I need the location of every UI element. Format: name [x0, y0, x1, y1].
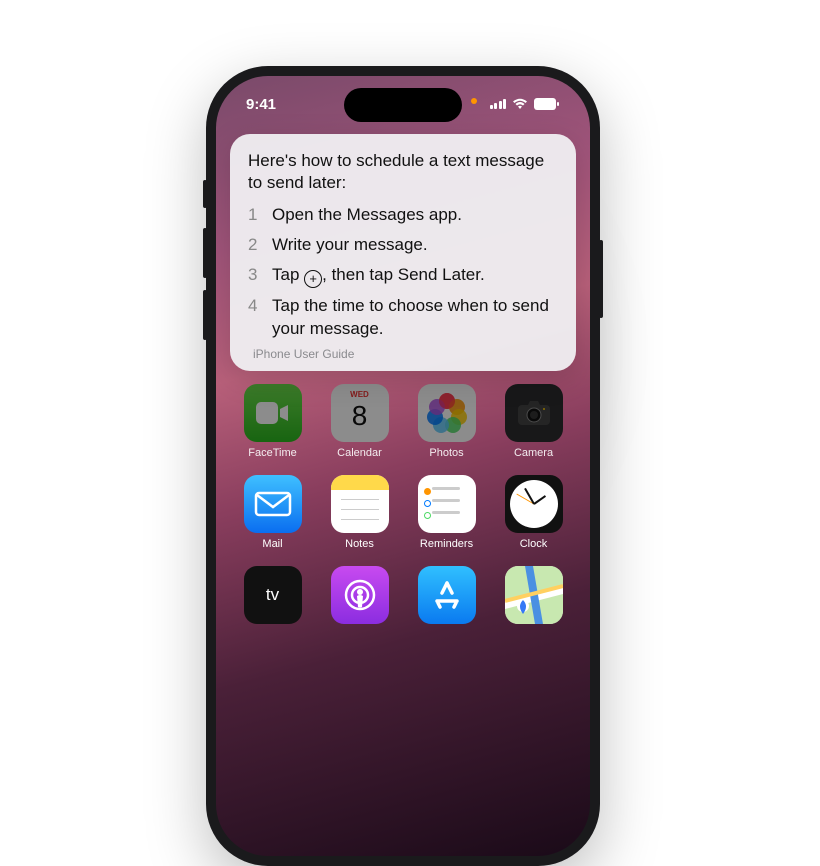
step-item: 2 Write your message.: [248, 234, 558, 257]
appstore-icon: [418, 566, 476, 624]
cellular-signal-icon: [490, 99, 507, 109]
app-calendar[interactable]: WED 8 Calendar: [327, 384, 392, 459]
notes-icon: [331, 475, 389, 533]
app-podcasts[interactable]: [327, 566, 392, 624]
maps-icon: [505, 566, 563, 624]
app-label: Mail: [262, 538, 282, 550]
photos-icon: [418, 384, 476, 442]
app-camera[interactable]: Camera: [501, 384, 566, 459]
privacy-indicator-dot: [471, 98, 477, 104]
app-maps[interactable]: [501, 566, 566, 624]
step-text: Tap +, then tap Send Later.: [272, 264, 558, 288]
camera-icon: [505, 384, 563, 442]
mail-icon: [244, 475, 302, 533]
app-label: Clock: [520, 538, 548, 550]
app-mail[interactable]: Mail: [240, 475, 305, 550]
step-number: 2: [248, 234, 262, 257]
plus-circle-icon: +: [304, 270, 322, 288]
step-number: 3: [248, 264, 262, 288]
app-label: Calendar: [337, 447, 382, 459]
step-number: 4: [248, 295, 262, 341]
battery-icon: [534, 98, 560, 110]
app-label: FaceTime: [248, 447, 297, 459]
power-button: [599, 240, 603, 318]
source-label: iPhone User Guide: [253, 347, 354, 361]
step-item: 3 Tap +, then tap Send Later.: [248, 264, 558, 288]
app-tv[interactable]: tv: [240, 566, 305, 624]
side-button: [203, 180, 207, 208]
instruction-steps: 1 Open the Messages app. 2 Write your me…: [248, 204, 558, 340]
app-label: Notes: [345, 538, 374, 550]
card-source: iPhone User Guide: [248, 347, 558, 361]
wifi-icon: [512, 98, 528, 110]
app-label: Photos: [429, 447, 463, 459]
app-label: Reminders: [420, 538, 473, 550]
iphone-screen: 9:41 Here's how to schedule a text messa…: [216, 76, 590, 856]
clock-icon: [505, 475, 563, 533]
facetime-icon: [244, 384, 302, 442]
volume-down-button: [203, 290, 207, 340]
app-notes[interactable]: Notes: [327, 475, 392, 550]
app-label: Camera: [514, 447, 553, 459]
app-clock[interactable]: Clock: [501, 475, 566, 550]
volume-up-button: [203, 228, 207, 278]
step-item: 1 Open the Messages app.: [248, 204, 558, 227]
step-text: Tap the time to choose when to send your…: [272, 295, 558, 341]
dynamic-island: [344, 88, 462, 122]
tv-icon: tv: [244, 566, 302, 624]
app-photos[interactable]: Photos: [414, 384, 479, 459]
step-number: 1: [248, 204, 262, 227]
step-text: Write your message.: [272, 234, 558, 257]
step-text: Open the Messages app.: [272, 204, 558, 227]
iphone-frame: 9:41 Here's how to schedule a text messa…: [206, 66, 600, 866]
card-title: Here's how to schedule a text message to…: [248, 150, 558, 194]
reminders-icon: [418, 475, 476, 533]
podcasts-icon: [331, 566, 389, 624]
step-item: 4 Tap the time to choose when to send yo…: [248, 295, 558, 341]
app-facetime[interactable]: FaceTime: [240, 384, 305, 459]
calendar-icon: WED 8: [331, 384, 389, 442]
app-reminders[interactable]: Reminders: [414, 475, 479, 550]
siri-suggestion-card[interactable]: Here's how to schedule a text message to…: [230, 134, 576, 371]
status-time: 9:41: [246, 96, 276, 113]
app-appstore[interactable]: [414, 566, 479, 624]
home-screen-apps: FaceTime WED 8 Calendar: [240, 384, 566, 624]
